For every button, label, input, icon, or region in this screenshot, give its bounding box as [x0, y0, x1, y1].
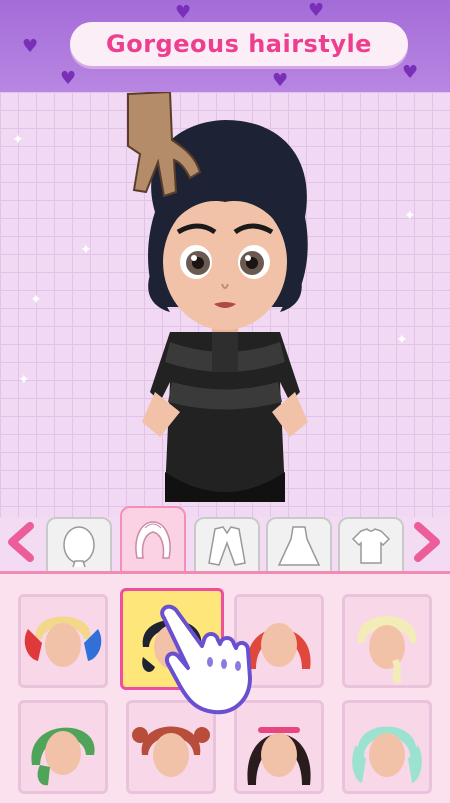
chevron-left-icon	[8, 522, 34, 562]
tab-dress[interactable]	[266, 517, 332, 573]
title-banner: ♥ ♥ ♥ ♥ ♥ ♥ Gorgeous hairstyle	[0, 0, 450, 92]
hairstyle-thumbnail	[24, 616, 102, 667]
jacket-icon	[208, 526, 246, 566]
heart-icon: ♥	[22, 36, 39, 57]
hair-icon	[135, 521, 171, 559]
sparkle-icon: ✦	[80, 242, 92, 258]
prev-category-button[interactable]	[4, 520, 38, 564]
tab-top[interactable]	[338, 517, 404, 573]
sparkle-icon: ✦	[12, 132, 24, 148]
next-category-button[interactable]	[410, 520, 444, 564]
sparkle-icon: ✦	[30, 292, 42, 308]
heart-icon: ♥	[308, 0, 325, 21]
doll-character	[127, 92, 308, 502]
tab-face[interactable]	[46, 517, 112, 573]
tab-hair[interactable]	[120, 506, 186, 574]
dress-icon	[277, 526, 321, 566]
hairstyle-card[interactable]	[18, 594, 108, 688]
heart-icon: ♥	[175, 2, 192, 23]
heart-icon: ♥	[60, 68, 77, 89]
face-icon	[63, 526, 95, 568]
hairstyle-card[interactable]	[18, 700, 108, 794]
title-pill: Gorgeous hairstyle	[70, 22, 408, 66]
page-title: Gorgeous hairstyle	[106, 30, 372, 58]
heart-icon: ♥	[272, 70, 289, 91]
hairstyle-card[interactable]	[342, 700, 432, 794]
hairstyle-thumbnail	[352, 726, 422, 783]
chevron-right-icon	[414, 522, 440, 562]
tab-jacket[interactable]	[194, 517, 260, 573]
hairstyle-card[interactable]	[342, 594, 432, 688]
category-bar	[0, 506, 450, 574]
heart-icon: ♥	[402, 62, 419, 83]
sparkle-icon: ✦	[404, 208, 416, 224]
hairstyle-thumbnail	[357, 616, 417, 683]
tutorial-hand-icon	[160, 604, 252, 715]
sparkle-icon: ✦	[396, 332, 408, 348]
hairstyle-thumbnail	[31, 727, 95, 786]
sparkle-icon: ✦	[18, 372, 30, 388]
top-icon	[351, 528, 391, 564]
